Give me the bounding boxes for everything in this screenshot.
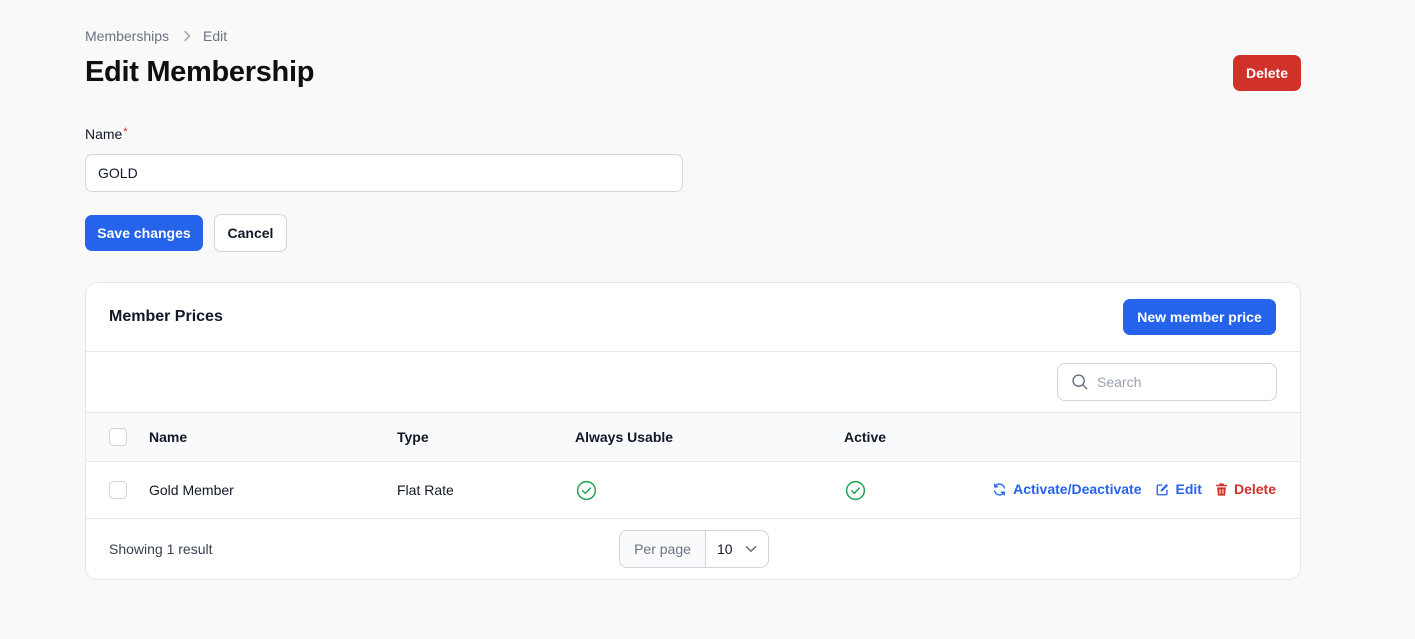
- save-changes-button[interactable]: Save changes: [85, 215, 203, 251]
- trash-icon: [1215, 482, 1228, 497]
- breadcrumb-memberships[interactable]: Memberships: [85, 28, 169, 44]
- activate-deactivate-label: Activate/Deactivate: [1013, 481, 1142, 497]
- per-page-select[interactable]: 10: [706, 531, 768, 567]
- breadcrumb: Memberships Edit: [85, 28, 227, 44]
- edit-label: Edit: [1175, 481, 1202, 497]
- member-prices-card: Member Prices New member price Name Type…: [85, 282, 1301, 580]
- search-input[interactable]: [1097, 374, 1257, 390]
- cell-type: Flat Rate: [397, 482, 454, 498]
- refresh-icon: [992, 482, 1007, 497]
- cell-name: Gold Member: [149, 482, 234, 498]
- delete-action[interactable]: Delete: [1215, 481, 1276, 497]
- check-circle-icon: [576, 480, 597, 501]
- delete-label: Delete: [1233, 481, 1276, 497]
- column-header-type[interactable]: Type: [397, 429, 429, 445]
- pencil-square-icon: [1155, 482, 1170, 497]
- table-row: Gold Member Flat Rate Activate/Deactivat…: [86, 462, 1300, 519]
- column-header-name[interactable]: Name: [149, 429, 187, 445]
- column-header-active[interactable]: Active: [844, 429, 886, 445]
- breadcrumb-edit: Edit: [203, 28, 228, 44]
- edit-action[interactable]: Edit: [1155, 481, 1202, 497]
- select-all-checkbox[interactable]: [109, 428, 127, 446]
- search-icon: [1071, 373, 1089, 391]
- name-label-text: Name: [85, 126, 123, 142]
- result-count: Showing 1 result: [109, 541, 213, 557]
- table-header-row: Name Type Always Usable Active: [86, 413, 1300, 462]
- name-input[interactable]: [85, 154, 683, 192]
- column-header-always-usable[interactable]: Always Usable: [575, 429, 673, 445]
- row-actions: Activate/Deactivate Edit Delete: [992, 481, 1276, 497]
- member-prices-title: Member Prices: [109, 308, 223, 325]
- search-box[interactable]: [1057, 363, 1277, 401]
- table-toolbar: [86, 352, 1300, 413]
- new-member-price-button[interactable]: New member price: [1123, 299, 1276, 335]
- per-page-label: Per page: [620, 531, 706, 567]
- row-checkbox[interactable]: [109, 481, 127, 499]
- member-prices-header: Member Prices New member price: [86, 283, 1300, 352]
- activate-deactivate-action[interactable]: Activate/Deactivate: [992, 481, 1142, 497]
- chevron-down-icon: [745, 545, 757, 553]
- table-footer: Showing 1 result Per page 10: [86, 519, 1300, 579]
- per-page-value: 10: [717, 541, 733, 557]
- per-page-control: Per page 10: [619, 530, 769, 568]
- cancel-button[interactable]: Cancel: [214, 214, 287, 252]
- delete-membership-button[interactable]: Delete: [1233, 55, 1301, 91]
- page-title: Edit Membership: [85, 56, 315, 88]
- name-label: Name*: [85, 126, 128, 142]
- required-mark: *: [123, 126, 128, 138]
- chevron-right-icon: [183, 30, 191, 42]
- check-circle-icon: [845, 480, 866, 501]
